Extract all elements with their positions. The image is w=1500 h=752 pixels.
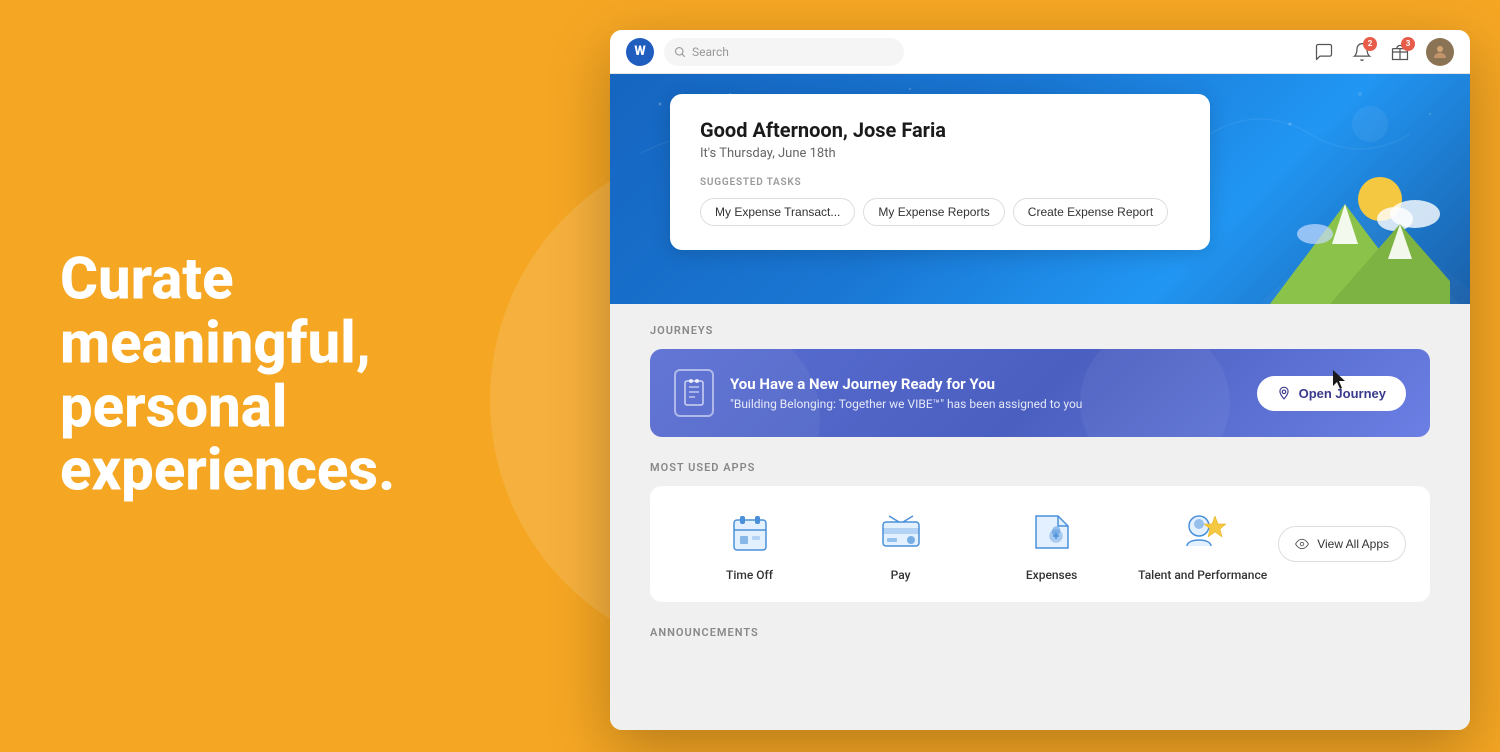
eye-icon [1295, 537, 1309, 551]
task-button-0[interactable]: My Expense Transact... [700, 198, 855, 226]
hero-banner: Good Afternoon, Jose Faria It's Thursday… [610, 74, 1470, 304]
journey-text: You Have a New Journey Ready for You "Bu… [730, 375, 1082, 411]
app-item-expenses[interactable]: Expenses [976, 506, 1127, 582]
main-content: Good Afternoon, Jose Faria It's Thursday… [610, 74, 1470, 730]
bell-badge: 2 [1363, 37, 1377, 51]
talent-label: Talent and Performance [1138, 568, 1267, 582]
greeting-card: Good Afternoon, Jose Faria It's Thursday… [670, 94, 1210, 250]
hero-illustration [1270, 164, 1450, 304]
greeting-title: Good Afternoon, Jose Faria [700, 118, 1180, 142]
search-bar[interactable]: Search [664, 38, 904, 66]
app-item-pay[interactable]: Pay [825, 506, 976, 582]
notification-bell-button[interactable]: 2 [1350, 40, 1374, 64]
journey-icon [674, 369, 714, 417]
apps-card: Time Off Pay [650, 486, 1430, 602]
task-button-2[interactable]: Create Expense Report [1013, 198, 1168, 226]
greeting-date: It's Thursday, June 18th [700, 146, 1180, 161]
browser-window: W Search 2 [610, 30, 1470, 730]
search-icon [674, 46, 686, 58]
open-journey-button[interactable]: Open Journey [1257, 376, 1406, 411]
journey-card: You Have a New Journey Ready for You "Bu… [650, 349, 1430, 437]
location-icon [1277, 386, 1291, 400]
time-off-label: Time Off [726, 568, 773, 582]
journey-title: You Have a New Journey Ready for You [730, 375, 1082, 393]
chat-icon-button[interactable] [1312, 40, 1336, 64]
view-all-apps-button[interactable]: View All Apps [1278, 526, 1406, 562]
journeys-section-label: JOURNEYS [650, 324, 1430, 337]
search-placeholder: Search [692, 45, 729, 59]
left-panel: Curate meaningful, personal experiences. [60, 248, 480, 503]
browser-toolbar: W Search 2 [610, 30, 1470, 74]
hero-headline: Curate meaningful, personal experiences. [60, 248, 480, 503]
most-used-apps-label: MOST USED APPS [650, 461, 1430, 474]
user-avatar[interactable] [1426, 38, 1454, 66]
gift-icon-button[interactable]: 3 [1388, 40, 1412, 64]
view-all-apps-label: View All Apps [1317, 537, 1389, 551]
mouse-cursor [1333, 370, 1345, 388]
task-buttons: My Expense Transact... My Expense Report… [700, 198, 1180, 226]
announcements-section-label: ANNOUNCEMENTS [650, 626, 1430, 639]
journey-left: You Have a New Journey Ready for You "Bu… [674, 369, 1082, 417]
workday-logo: W [626, 38, 654, 66]
pay-label: Pay [891, 568, 911, 582]
expenses-icon [1026, 506, 1078, 558]
scroll-area: JOURNEYS You Have a Ne [610, 304, 1470, 730]
app-item-time-off[interactable]: Time Off [674, 506, 825, 582]
time-off-icon [724, 506, 776, 558]
app-item-talent[interactable]: Talent and Performance [1127, 506, 1278, 582]
pay-icon [875, 506, 927, 558]
gift-badge: 3 [1401, 37, 1415, 51]
suggested-tasks-label: SUGGESTED TASKS [700, 177, 1180, 188]
journey-subtitle: "Building Belonging: Together we VIBE™" … [730, 397, 1082, 411]
talent-icon [1177, 506, 1229, 558]
task-button-1[interactable]: My Expense Reports [863, 198, 1004, 226]
toolbar-icons: 2 3 [1312, 38, 1454, 66]
expenses-label: Expenses [1026, 568, 1077, 582]
